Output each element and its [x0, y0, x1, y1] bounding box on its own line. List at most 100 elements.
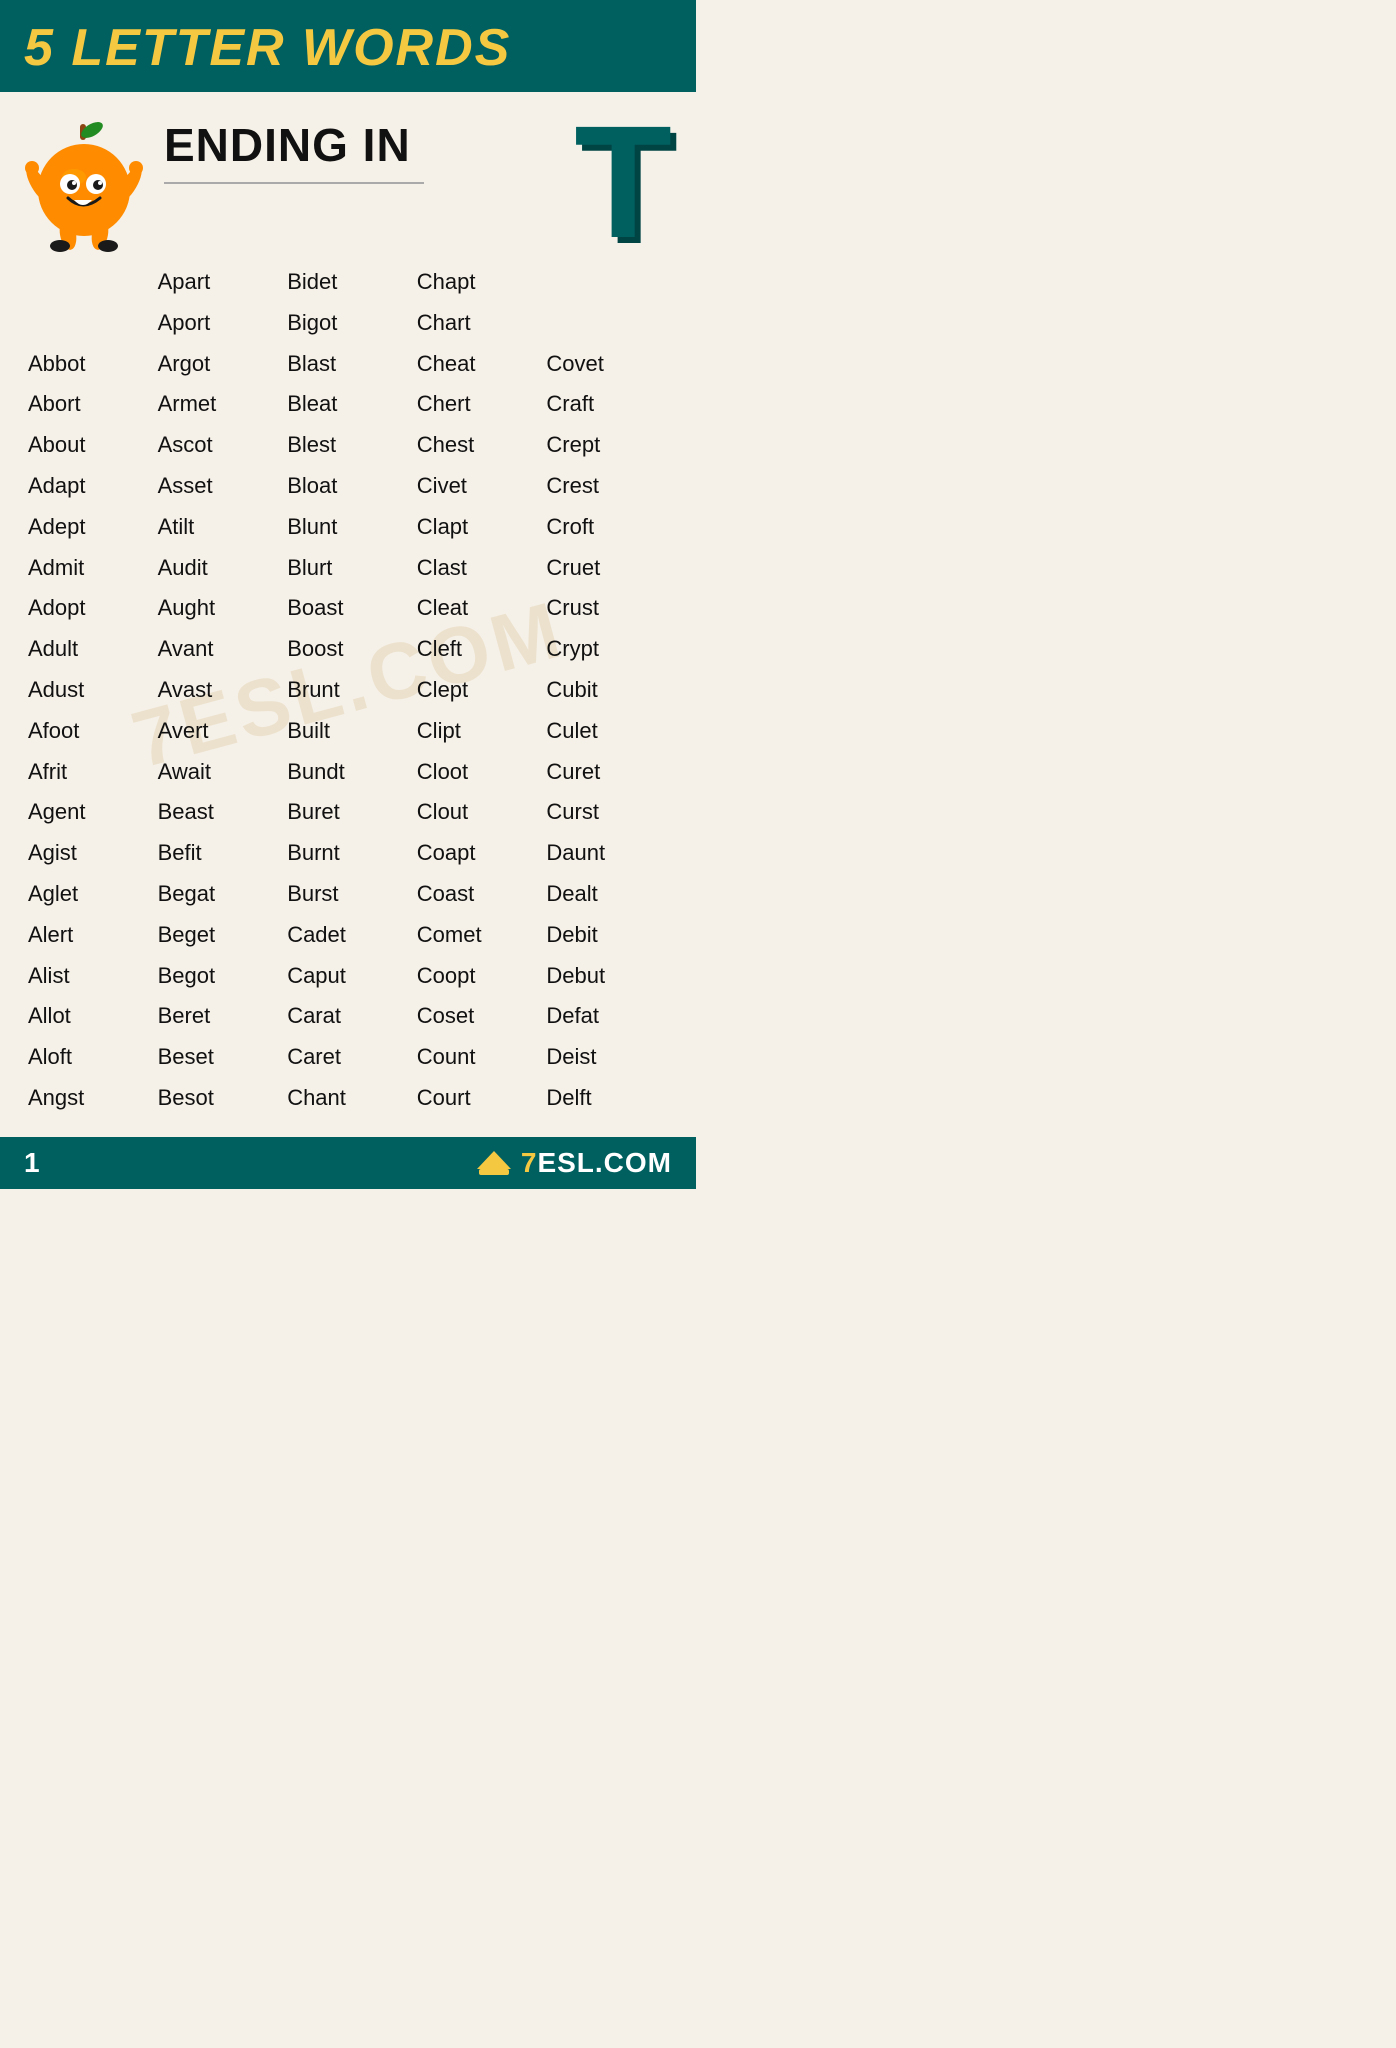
list-item: Blast [283, 344, 413, 385]
divider [164, 182, 424, 184]
list-item: Atilt [154, 507, 284, 548]
list-item: Chert [413, 384, 543, 425]
orange-mascot [24, 122, 144, 252]
list-item: Count [413, 1037, 543, 1078]
list-item: Crest [542, 466, 672, 507]
list-item: Avast [154, 670, 284, 711]
list-item: Dealt [542, 874, 672, 915]
page-number: 1 [24, 1147, 40, 1179]
list-item: Deist [542, 1037, 672, 1078]
list-item: Befit [154, 833, 284, 874]
list-item: Coapt [413, 833, 543, 874]
list-item: Adept [24, 507, 154, 548]
list-item: Audit [154, 548, 284, 589]
list-item: Beast [154, 792, 284, 833]
list-item: Burnt [283, 833, 413, 874]
list-item: Daunt [542, 833, 672, 874]
words-section: 7ESL.COM ApartBidetChaptAportBigotChartA… [0, 252, 696, 1119]
list-item: Aport [154, 303, 284, 344]
list-item: Agent [24, 792, 154, 833]
list-item: Cheat [413, 344, 543, 385]
list-item: Beget [154, 915, 284, 956]
list-item: Afoot [24, 711, 154, 752]
list-item: Adopt [24, 588, 154, 629]
list-item: Bigot [283, 303, 413, 344]
list-item: Angst [24, 1078, 154, 1119]
list-item: Chant [283, 1078, 413, 1119]
list-item: Civet [413, 466, 543, 507]
list-item: Armet [154, 384, 284, 425]
list-item: Bloat [283, 466, 413, 507]
list-item [542, 262, 672, 303]
list-item: Cadet [283, 915, 413, 956]
list-item: Asset [154, 466, 284, 507]
list-item: Caret [283, 1037, 413, 1078]
list-item: Clipt [413, 711, 543, 752]
list-item: Agist [24, 833, 154, 874]
list-item: Cloot [413, 752, 543, 793]
list-item: Alist [24, 956, 154, 997]
list-item: Buret [283, 792, 413, 833]
list-item: Cubit [542, 670, 672, 711]
list-item: Craft [542, 384, 672, 425]
logo-text: 7ESL.COM [521, 1147, 672, 1179]
list-item: Caput [283, 956, 413, 997]
list-item: Croft [542, 507, 672, 548]
list-item: Bleat [283, 384, 413, 425]
list-item: Ascot [154, 425, 284, 466]
list-item: Blest [283, 425, 413, 466]
list-item: About [24, 425, 154, 466]
list-item: Beset [154, 1037, 284, 1078]
list-item: Avert [154, 711, 284, 752]
list-item: Chart [413, 303, 543, 344]
list-item: Begat [154, 874, 284, 915]
list-item: Argot [154, 344, 284, 385]
footer-bar: 1 7ESL.COM [0, 1137, 696, 1189]
list-item: Curet [542, 752, 672, 793]
list-item: Alert [24, 915, 154, 956]
list-item: Blurt [283, 548, 413, 589]
list-item: Adust [24, 670, 154, 711]
header-bar: 5 LETTER WORDS [0, 0, 696, 92]
list-item: Abort [24, 384, 154, 425]
list-item: Cleat [413, 588, 543, 629]
list-item: Carat [283, 996, 413, 1037]
list-item: Allot [24, 996, 154, 1037]
list-item: Afrit [24, 752, 154, 793]
list-item: Comet [413, 915, 543, 956]
list-item [24, 303, 154, 344]
list-item: Blunt [283, 507, 413, 548]
list-item: Abbot [24, 344, 154, 385]
list-item: Coopt [413, 956, 543, 997]
list-item: Boast [283, 588, 413, 629]
logo-hat-icon [475, 1149, 513, 1177]
list-item: Built [283, 711, 413, 752]
list-item: Defat [542, 996, 672, 1037]
list-item: Delft [542, 1078, 672, 1119]
list-item: Clast [413, 548, 543, 589]
subtitle-row: ENDING IN T [0, 92, 696, 252]
list-item: Debit [542, 915, 672, 956]
list-item: Avant [154, 629, 284, 670]
page-title: 5 LETTER WORDS [24, 18, 672, 78]
list-item: Bundt [283, 752, 413, 793]
list-item: Brunt [283, 670, 413, 711]
list-item: Aloft [24, 1037, 154, 1078]
words-grid: ApartBidetChaptAportBigotChartAbbotArgot… [24, 262, 672, 1119]
list-item: Cleft [413, 629, 543, 670]
list-item: Await [154, 752, 284, 793]
list-item: Boost [283, 629, 413, 670]
list-item: Bidet [283, 262, 413, 303]
list-item: Clept [413, 670, 543, 711]
list-item: Clapt [413, 507, 543, 548]
logo-number: 7 [521, 1147, 538, 1178]
list-item: Apart [154, 262, 284, 303]
list-item: Chest [413, 425, 543, 466]
list-item: Aglet [24, 874, 154, 915]
list-item: Beret [154, 996, 284, 1037]
list-item [542, 303, 672, 344]
list-item: Crept [542, 425, 672, 466]
list-item [24, 262, 154, 303]
big-letter-t: T [574, 102, 672, 262]
list-item: Burst [283, 874, 413, 915]
